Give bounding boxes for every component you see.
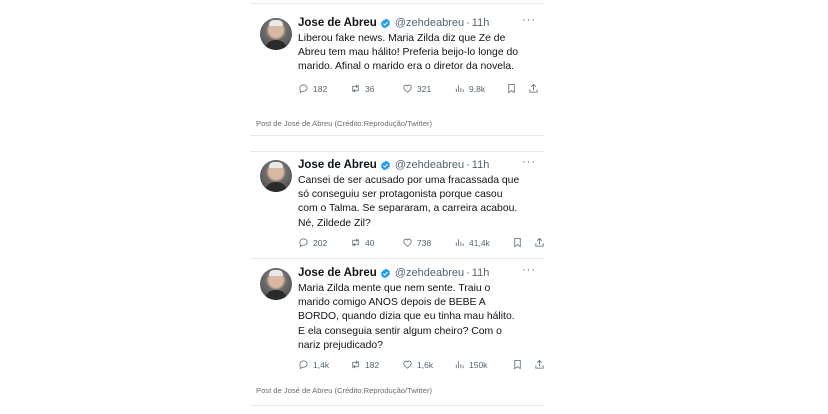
bookmark-icon — [508, 83, 515, 94]
tweet-actions: 182 36 321 9,8k — [298, 83, 543, 94]
retweet-button[interactable]: 36 — [350, 83, 402, 94]
views-button[interactable]: 41,4k — [454, 237, 512, 248]
views-button[interactable]: 9,8k — [454, 83, 506, 94]
divider — [250, 151, 544, 152]
heart-icon — [403, 238, 412, 247]
heart-icon — [403, 84, 412, 93]
reply-icon — [299, 238, 308, 248]
divider — [250, 405, 544, 406]
bookmark-button[interactable] — [512, 359, 534, 370]
view-count: 150k — [469, 359, 488, 370]
like-button[interactable]: 321 — [402, 83, 454, 94]
reply-button[interactable]: 1,4k — [298, 359, 350, 370]
author-handle[interactable]: @zehdeabreu — [395, 266, 464, 280]
like-button[interactable]: 1,6k — [402, 359, 454, 370]
tweet-header: Jose de Abreu @zehdeabreu · 11h — [298, 266, 489, 280]
share-button[interactable] — [534, 237, 549, 248]
retweet-icon — [352, 238, 359, 247]
like-count: 1,6k — [417, 359, 434, 370]
avatar[interactable] — [260, 160, 292, 192]
avatar[interactable] — [260, 268, 292, 300]
tweet-card[interactable]: Jose de Abreu @zehdeabreu · 11h ··· Libe… — [250, 14, 544, 106]
tweet-actions: 202 40 738 41,4k — [298, 237, 549, 248]
timestamp[interactable]: 11h — [472, 266, 490, 280]
bookmark-icon — [514, 237, 521, 248]
share-icon — [535, 237, 544, 247]
tweet-card[interactable]: Jose de Abreu @zehdeabreu · 11h ··· Mari… — [250, 264, 544, 376]
separator-dot: · — [466, 159, 470, 171]
retweet-count: 182 — [365, 359, 380, 370]
views-chart-icon — [455, 239, 464, 247]
author-handle[interactable]: @zehdeabreu — [395, 158, 464, 172]
view-count: 9,8k — [469, 83, 486, 94]
timestamp[interactable]: 11h — [472, 158, 490, 172]
image-caption: Post de José de Abreu (Crédito:Reproduçã… — [256, 119, 433, 128]
separator-dot: · — [466, 267, 470, 279]
reply-icon — [299, 84, 308, 94]
image-caption: Post de José de Abreu (Crédito:Reproduçã… — [256, 386, 433, 395]
reply-count: 1,4k — [313, 359, 330, 370]
verified-badge-icon — [380, 17, 390, 29]
author-handle[interactable]: @zehdeabreu — [395, 16, 464, 30]
divider — [250, 135, 544, 136]
share-button[interactable] — [534, 359, 549, 370]
tweet-actions: 1,4k 182 1,6k 150k — [298, 359, 549, 370]
avatar[interactable] — [260, 18, 292, 50]
tweet-text: Cansei de ser acusado por uma fracassada… — [298, 175, 520, 229]
divider — [250, 3, 544, 4]
author-name[interactable]: Jose de Abreu — [298, 16, 377, 30]
timestamp[interactable]: 11h — [472, 16, 490, 30]
bookmark-icon — [514, 359, 521, 370]
tweet-header: Jose de Abreu @zehdeabreu · 11h — [298, 158, 489, 172]
reply-count: 182 — [313, 83, 328, 94]
author-name[interactable]: Jose de Abreu — [298, 158, 377, 172]
views-chart-icon — [455, 361, 464, 369]
more-options-icon[interactable]: ··· — [522, 264, 536, 276]
reply-icon — [299, 360, 308, 370]
share-icon — [535, 359, 544, 369]
views-button[interactable]: 150k — [454, 359, 512, 370]
tweet-card[interactable]: Jose de Abreu @zehdeabreu · 11h ··· Cans… — [250, 156, 544, 254]
retweet-button[interactable]: 182 — [350, 359, 402, 370]
verified-badge-icon — [380, 267, 390, 279]
like-count: 321 — [417, 83, 432, 94]
retweet-icon — [352, 360, 359, 369]
reply-count: 202 — [313, 237, 328, 248]
tweet-header: Jose de Abreu @zehdeabreu · 11h — [298, 16, 489, 30]
bookmark-button[interactable] — [512, 237, 534, 248]
bookmark-button[interactable] — [506, 83, 528, 94]
views-chart-icon — [455, 85, 464, 93]
view-count: 41,4k — [469, 237, 490, 248]
author-name[interactable]: Jose de Abreu — [298, 266, 377, 280]
tweet-text: Maria Zilda mente que nem sente. Traiu o… — [298, 283, 515, 351]
more-options-icon[interactable]: ··· — [522, 156, 536, 168]
verified-badge-icon — [380, 159, 390, 171]
tweet-text: Liberou fake news. Maria Zilda diz que Z… — [298, 33, 519, 73]
like-button[interactable]: 738 — [402, 237, 454, 248]
retweet-count: 40 — [365, 237, 375, 248]
reply-button[interactable]: 182 — [298, 83, 350, 94]
like-count: 738 — [417, 237, 432, 248]
separator-dot: · — [466, 17, 470, 29]
divider — [250, 258, 544, 259]
heart-icon — [403, 360, 412, 369]
share-button[interactable] — [528, 83, 543, 94]
retweet-count: 36 — [365, 83, 375, 94]
retweet-icon — [352, 84, 359, 93]
retweet-button[interactable]: 40 — [350, 237, 402, 248]
more-options-icon[interactable]: ··· — [522, 14, 536, 26]
share-icon — [529, 83, 538, 93]
reply-button[interactable]: 202 — [298, 237, 350, 248]
